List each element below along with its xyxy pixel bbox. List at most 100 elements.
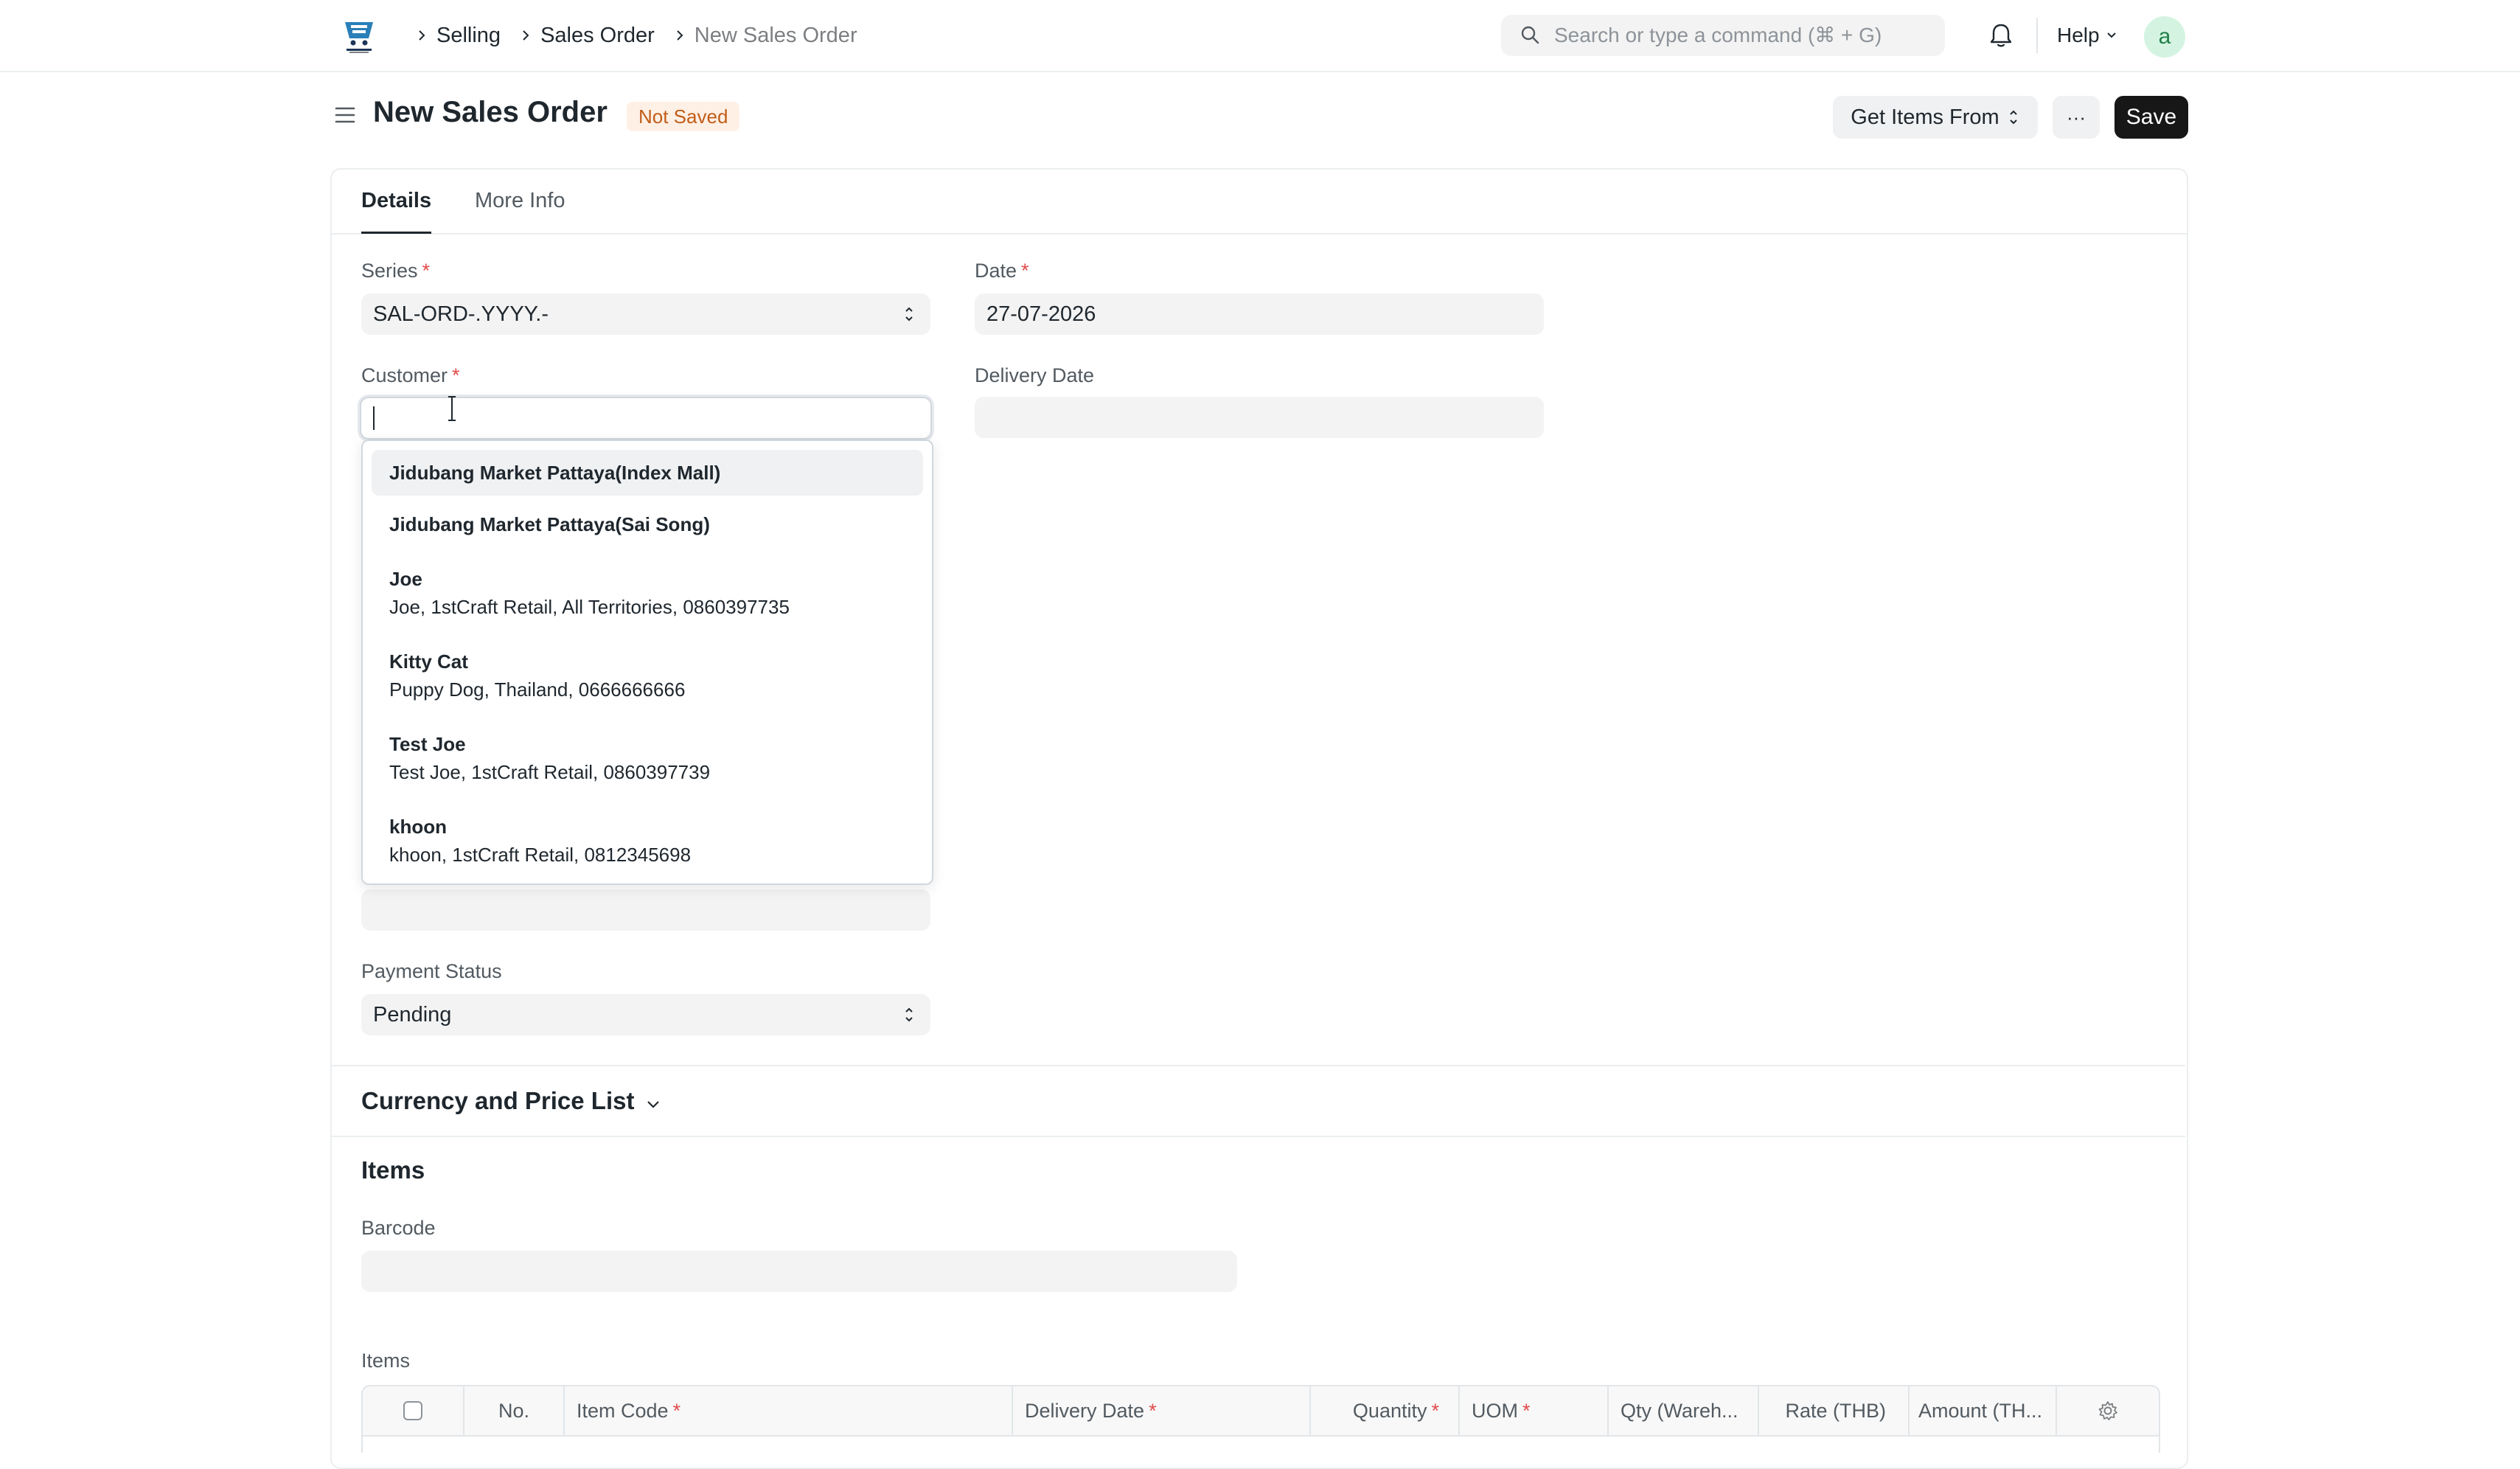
select-arrows-icon (905, 307, 913, 322)
column-settings-cell (2057, 1386, 2159, 1435)
payment-status-label: Payment Status (361, 960, 502, 982)
gear-icon[interactable] (2097, 1400, 2119, 1422)
date-label-text: Date (975, 260, 1017, 282)
dropdown-item-description: Test Joe, 1stCraft Retail, 0860397739 (389, 761, 711, 783)
dropdown-item[interactable]: Kitty Cat Puppy Dog, Thailand, 066666666… (372, 634, 923, 714)
breadcrumb: Selling Sales Order New Sales Order (407, 21, 868, 50)
dropdown-item-title: Joe (389, 568, 422, 590)
navbar-divider (2036, 18, 2038, 53)
section-divider (330, 1136, 2185, 1137)
dropdown-item-title: khoon (389, 816, 447, 838)
breadcrumb-sales-order[interactable]: Sales Order (540, 24, 655, 48)
search-icon (1521, 26, 1539, 44)
breadcrumb-selling[interactable]: Selling (436, 24, 501, 48)
delivery-date-label: Delivery Date (975, 364, 1095, 386)
required-mark: * (452, 364, 460, 386)
barcode-label: Barcode (361, 1217, 436, 1239)
avatar[interactable]: a (2144, 16, 2185, 58)
series-label-text: Series (361, 260, 418, 282)
select-arrows-icon (905, 1007, 913, 1022)
help-dropdown[interactable]: Help (2057, 21, 2119, 50)
required-mark: * (672, 1399, 681, 1422)
save-button[interactable]: Save (2114, 96, 2188, 139)
dropdown-item-title: Jidubang Market Pattaya(Index Mall) (389, 462, 721, 484)
page-title: New Sales Order (373, 96, 608, 128)
chevron-right-icon (407, 21, 436, 50)
app-logo-icon[interactable] (341, 16, 377, 55)
dropdown-item[interactable]: Joe Joe, 1stCraft Retail, All Territorie… (372, 552, 923, 631)
select-all-checkbox-cell (363, 1386, 463, 1435)
column-header-item-code: Item Code * (577, 1386, 1012, 1435)
items-section-title: Items (361, 1156, 425, 1184)
column-header-delivery-date: Delivery Date * (1025, 1386, 1305, 1435)
column-header-quantity: Quantity * (1311, 1386, 1452, 1435)
items-table-label: Items (361, 1350, 411, 1372)
series-label: Series * (361, 260, 430, 282)
customer-label: Customer * (361, 364, 460, 387)
dropdown-item-title: Kitty Cat (389, 650, 468, 673)
column-header-qty-warehouse: Qty (Wareh... (1621, 1399, 1738, 1422)
date-label: Date * (975, 260, 1029, 282)
get-items-from-button[interactable]: Get Items From (1833, 96, 2038, 139)
column-header-label: Delivery Date (1025, 1399, 1145, 1422)
column-header-no: No. (498, 1399, 530, 1422)
text-cursor-icon (448, 396, 456, 421)
required-mark: * (422, 260, 431, 282)
dropdown-item[interactable]: Test Joe Test Joe, 1stCraft Retail, 0860… (372, 717, 923, 796)
more-icon: ··· (2067, 105, 2086, 128)
form-tabs: Details More Info (332, 170, 2187, 235)
hamburger-icon[interactable] (332, 102, 358, 128)
dropdown-item-description: Puppy Dog, Thailand, 0666666666 (389, 678, 686, 701)
breadcrumb-new-sales-order[interactable]: New Sales Order (695, 24, 857, 48)
awesomebar-search[interactable] (1501, 15, 1945, 56)
dropdown-item-description: khoon, 1stCraft Retail, 0812345698 (389, 844, 692, 866)
required-mark: * (1021, 260, 1029, 282)
chevron-right-icon (665, 21, 695, 50)
column-header-label: UOM (1472, 1399, 1518, 1422)
currency-section-title[interactable]: Currency and Price List (361, 1087, 634, 1115)
text-caret (373, 406, 375, 430)
column-header-uom: UOM * (1472, 1386, 1604, 1435)
chevron-down-icon[interactable] (643, 1094, 664, 1115)
customer-dropdown: Jidubang Market Pattaya(Index Mall) Jidu… (361, 440, 933, 885)
dropdown-item-title: Jidubang Market Pattaya(Sai Song) (389, 513, 710, 535)
section-divider (330, 1065, 2185, 1066)
date-field[interactable]: 27-07-2026 (975, 294, 1544, 335)
series-value: SAL-ORD-.YYYY.- (373, 302, 549, 326)
date-value: 27-07-2026 (986, 302, 1096, 326)
payment-status-select[interactable]: Pending (361, 994, 930, 1035)
series-select[interactable]: SAL-ORD-.YYYY.- (361, 294, 930, 335)
top-navbar: Selling Sales Order New Sales Order Help (0, 0, 2520, 72)
more-actions-button[interactable]: ··· (2053, 96, 2100, 139)
payment-status-value: Pending (373, 1002, 452, 1027)
column-header-label: Item Code (577, 1399, 669, 1422)
column-header-rate: Rate (THB) (1785, 1399, 1886, 1422)
dropdown-item-description: Joe, 1stCraft Retail, All Territories, 0… (389, 596, 790, 618)
tab-details[interactable]: Details (361, 189, 432, 234)
select-all-checkbox[interactable] (403, 1401, 422, 1420)
status-badge: Not Saved (627, 102, 740, 131)
column-header-label: Quantity (1352, 1399, 1427, 1422)
bell-icon[interactable] (1985, 19, 2017, 52)
dropdown-item[interactable]: Jidubang Market Pattaya(Index Mall) (372, 450, 923, 496)
customer-label-text: Customer (361, 364, 448, 386)
table-body (363, 1437, 2159, 1453)
required-mark: * (1431, 1399, 1439, 1422)
select-arrows-icon (2009, 110, 2017, 125)
customer-address-field[interactable] (361, 889, 930, 931)
dropdown-item-title: Test Joe (389, 733, 466, 755)
items-table: No. Item Code * Delivery Date * Quantity * … (361, 1385, 2160, 1453)
chevron-down-icon (2106, 32, 2116, 38)
required-mark: * (1522, 1399, 1531, 1422)
dropdown-item[interactable]: khoon khoon, 1stCraft Retail, 0812345698 (372, 799, 923, 879)
get-items-from-label: Get Items From (1851, 105, 1999, 129)
delivery-date-field[interactable] (975, 397, 1544, 438)
dropdown-item[interactable]: Jidubang Market Pattaya(Sai Song) (372, 500, 923, 546)
search-input[interactable] (1553, 23, 1945, 48)
chevron-right-icon (511, 21, 540, 50)
help-label: Help (2057, 24, 2100, 46)
required-mark: * (1149, 1399, 1157, 1422)
tab-more-info[interactable]: More Info (475, 189, 565, 232)
column-header-amount: Amount (TH... (1918, 1399, 2043, 1422)
barcode-field[interactable] (361, 1251, 1237, 1292)
